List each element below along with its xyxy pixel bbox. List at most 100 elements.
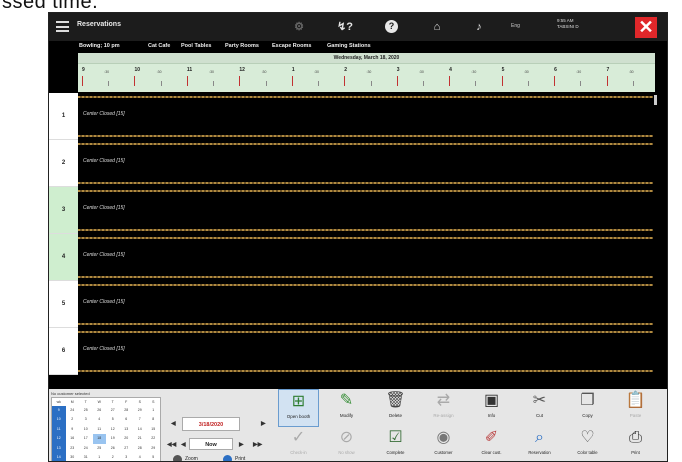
- next-small-icon[interactable]: ▶: [239, 441, 244, 448]
- calendar-day[interactable]: 2: [66, 415, 80, 424]
- prev-week-icon[interactable]: ◀◀: [167, 441, 176, 448]
- paste-button[interactable]: 📋 Paste: [615, 389, 656, 427]
- calendar-day[interactable]: 31: [79, 453, 93, 461]
- close-icon[interactable]: ✕: [635, 17, 657, 38]
- calendar-day[interactable]: 13: [120, 425, 134, 434]
- table-row[interactable]: Center Closed [15]: [78, 140, 653, 187]
- print-small-icon[interactable]: [223, 455, 232, 461]
- calendar-day[interactable]: 27: [120, 444, 134, 453]
- now-button[interactable]: Now: [189, 438, 233, 450]
- tab-gaming-stations[interactable]: Gaming Stations: [327, 43, 371, 49]
- row-number[interactable]: 5: [49, 281, 78, 328]
- prev-day-icon[interactable]: ◀: [171, 420, 176, 427]
- calendar-day[interactable]: 9: [66, 425, 80, 434]
- calendar-day[interactable]: 24: [66, 406, 80, 415]
- scrollbar-thumb[interactable]: [654, 95, 657, 105]
- row-number[interactable]: 3: [49, 187, 78, 234]
- no-show-button[interactable]: ⊘ No show: [326, 426, 367, 461]
- hamburger-icon[interactable]: [56, 21, 69, 32]
- zoom-label[interactable]: Zoom: [185, 456, 198, 461]
- building-icon[interactable]: ⌂: [429, 19, 445, 35]
- table-row[interactable]: Center Closed [15]: [78, 187, 653, 234]
- calendar-day[interactable]: 2: [106, 453, 120, 461]
- calendar-day[interactable]: 24: [79, 444, 93, 453]
- table-row[interactable]: Center Closed [15]: [78, 328, 653, 375]
- calendar-day[interactable]: 16: [66, 434, 80, 443]
- language-label[interactable]: Eng: [511, 23, 520, 29]
- clear-customer-button[interactable]: ✐ Clear cust.: [471, 426, 512, 461]
- table-row[interactable]: Center Closed [15]: [78, 281, 653, 328]
- calendar-day[interactable]: 11: [93, 425, 107, 434]
- calendar-day[interactable]: 3: [79, 415, 93, 424]
- calendar-day[interactable]: 5: [106, 415, 120, 424]
- calendar-day[interactable]: 1: [147, 406, 161, 415]
- print-small-label[interactable]: Print: [235, 456, 245, 461]
- reassign-button[interactable]: ⇄ Re-assign: [423, 389, 464, 427]
- calendar-day[interactable]: 5: [147, 453, 161, 461]
- calendar-day[interactable]: 17: [79, 434, 93, 443]
- tab-bowling[interactable]: Bowling; 10 pm: [79, 43, 120, 49]
- row-number[interactable]: 6: [49, 328, 78, 375]
- calendar-day[interactable]: 15: [147, 425, 161, 434]
- prev-small-icon[interactable]: ◀: [181, 441, 186, 448]
- calendar-day[interactable]: 28: [120, 406, 134, 415]
- calendar-day[interactable]: 6: [120, 415, 134, 424]
- next-day-icon[interactable]: ▶: [261, 420, 266, 427]
- calendar-grid[interactable]: 9 24 25 26 27 28 29 1 10 2 3 4 5 6 7 8 11 9 10 11 12 13 14 15 12…: [52, 406, 161, 461]
- calendar-day[interactable]: 29: [133, 406, 147, 415]
- tab-cat-cafe[interactable]: Cat Cafe: [148, 43, 170, 49]
- timeline-ticks[interactable]: 9:30 10:30 11:30 12:30 1:30 2:30 3:30 4:30 5:30 6…: [78, 64, 655, 92]
- calendar-day[interactable]: 26: [106, 444, 120, 453]
- calendar-day[interactable]: 26: [93, 406, 107, 415]
- calendar-day[interactable]: 3: [120, 453, 134, 461]
- zoom-icon[interactable]: [173, 455, 182, 461]
- table-row[interactable]: Center Closed [15]: [78, 93, 653, 140]
- notification-bell-icon[interactable]: ♪: [471, 19, 487, 35]
- delete-button[interactable]: 🗑 Delete: [375, 389, 416, 427]
- calendar-day[interactable]: 19: [106, 434, 120, 443]
- modify-button[interactable]: ✎ Modify: [326, 389, 367, 427]
- calendar-day[interactable]: 23: [66, 444, 80, 453]
- calendar-day[interactable]: 21: [133, 434, 147, 443]
- calendar-day[interactable]: 29: [147, 444, 161, 453]
- next-week-icon[interactable]: ▶▶: [253, 441, 262, 448]
- vertical-scrollbar[interactable]: [653, 93, 667, 389]
- settings-icon[interactable]: ⚙: [291, 19, 307, 35]
- mini-calendar[interactable]: wk M T W T F S S 9 24 25 26 27 28 29 1 10 2 3 4 5 6 7 8 11 9 10 11…: [51, 397, 161, 461]
- complete-button[interactable]: ☑ Complete: [375, 426, 416, 461]
- calendar-day[interactable]: 10: [79, 425, 93, 434]
- print-button[interactable]: ⎙ Print: [615, 426, 656, 461]
- calendar-day[interactable]: 4: [133, 453, 147, 461]
- info-button[interactable]: ▣ Info: [471, 389, 512, 427]
- calendar-day[interactable]: 8: [147, 415, 161, 424]
- tab-escape-rooms[interactable]: Escape Rooms: [272, 43, 311, 49]
- row-number[interactable]: 4: [49, 234, 78, 281]
- color-table-button[interactable]: ♡ Color table: [567, 426, 608, 461]
- calendar-day[interactable]: 25: [79, 406, 93, 415]
- cut-button[interactable]: ✂ Cut: [519, 389, 560, 427]
- calendar-day[interactable]: 20: [120, 434, 134, 443]
- calendar-day[interactable]: 18: [92, 434, 106, 444]
- calendar-day[interactable]: 25: [93, 444, 107, 453]
- calendar-day[interactable]: 22: [147, 434, 161, 443]
- calendar-day[interactable]: 12: [106, 425, 120, 434]
- calendar-day[interactable]: 28: [133, 444, 147, 453]
- help-question-icon[interactable]: ↯?: [337, 19, 353, 35]
- reservation-search-button[interactable]: ⌕ Reservation: [519, 426, 560, 461]
- row-number[interactable]: 1: [49, 93, 78, 140]
- calendar-day[interactable]: 1: [93, 453, 107, 461]
- table-row[interactable]: Center Closed [15]: [78, 234, 653, 281]
- customer-button[interactable]: ◉ Customer: [423, 426, 464, 461]
- help-circle-icon[interactable]: ?: [385, 20, 398, 33]
- copy-button[interactable]: ❐ Copy: [567, 389, 608, 427]
- open-booth-button[interactable]: ⊞ Open booth: [278, 389, 319, 427]
- check-in-button[interactable]: ✓ Check-in: [278, 426, 319, 461]
- calendar-day[interactable]: 30: [66, 453, 80, 461]
- calendar-day[interactable]: 27: [106, 406, 120, 415]
- tab-party-rooms[interactable]: Party Rooms: [225, 43, 259, 49]
- calendar-day[interactable]: 14: [133, 425, 147, 434]
- tab-pool-tables[interactable]: Pool Tables: [181, 43, 211, 49]
- date-field[interactable]: 3/18/2020: [182, 417, 240, 431]
- calendar-day[interactable]: 4: [93, 415, 107, 424]
- row-number[interactable]: 2: [49, 140, 78, 187]
